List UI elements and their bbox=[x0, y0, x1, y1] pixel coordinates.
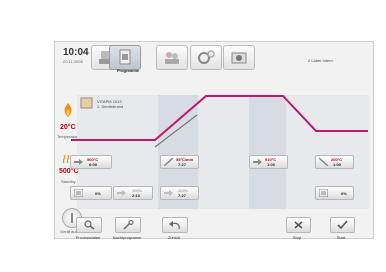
temperature-label: Temperatur bbox=[57, 134, 78, 139]
process-data-label: Prozessdaten bbox=[75, 235, 101, 240]
step-2-time-value: 7:27 bbox=[178, 162, 187, 167]
stop-button[interactable] bbox=[286, 217, 311, 233]
step-3-vacuum-time: 7:27 bbox=[178, 193, 187, 198]
arrow-right-icon bbox=[117, 190, 126, 196]
start-button[interactable] bbox=[330, 217, 355, 233]
arrow-right-icon bbox=[74, 159, 83, 165]
current-temperature: 20°C bbox=[60, 124, 76, 131]
check-icon bbox=[337, 220, 348, 230]
step-3-time-value: 1:00 bbox=[267, 162, 276, 167]
step-1-temp[interactable]: 500°C 6:00 bbox=[70, 155, 112, 169]
back-button[interactable] bbox=[162, 217, 188, 233]
step-2-vacuum[interactable]: 100% 2:10 bbox=[113, 186, 153, 200]
stop-label: Stop bbox=[292, 235, 302, 240]
vacuum-icon bbox=[319, 189, 328, 197]
magnifier-icon bbox=[84, 220, 95, 230]
step-1-vacuum[interactable]: 0% bbox=[70, 186, 112, 200]
step-3-temp[interactable]: 910°C 1:00 bbox=[249, 155, 288, 169]
flame-icon bbox=[64, 103, 72, 117]
power-label: Gerät aus bbox=[60, 229, 78, 234]
cooling-icon bbox=[319, 158, 328, 166]
ramp-icon bbox=[164, 158, 173, 166]
post-program-label: Nachtprogramm bbox=[112, 235, 142, 240]
step-4-temp[interactable]: 200°C 1:00 bbox=[315, 155, 354, 169]
arrow-right-icon bbox=[253, 159, 262, 165]
step-1-time-value: 6:00 bbox=[89, 162, 98, 167]
step-4-vacuum[interactable]: 0% bbox=[315, 186, 354, 200]
arrow-right-icon bbox=[164, 190, 173, 196]
post-program-button[interactable] bbox=[115, 217, 141, 233]
undo-icon bbox=[169, 221, 180, 230]
start-label: Start bbox=[336, 235, 346, 240]
standby-label: Standby bbox=[61, 179, 76, 184]
back-label: Zurück bbox=[167, 235, 181, 240]
close-icon bbox=[294, 221, 303, 229]
standby-temperature: 500°C bbox=[59, 168, 79, 175]
step-4-vacuum-value: 0% bbox=[341, 191, 347, 196]
step-2-vacuum-time: 2:10 bbox=[132, 193, 141, 198]
wrench-icon bbox=[123, 220, 134, 230]
step-3-vacuum[interactable]: 100% 7:27 bbox=[160, 186, 199, 200]
vacuum-icon bbox=[74, 189, 83, 197]
step-1-vacuum-value: 0% bbox=[95, 191, 101, 196]
process-data-button[interactable] bbox=[76, 217, 102, 233]
step-2-rate[interactable]: 55°C/min 7:27 bbox=[160, 155, 199, 169]
step-4-time-value: 1:00 bbox=[333, 162, 342, 167]
